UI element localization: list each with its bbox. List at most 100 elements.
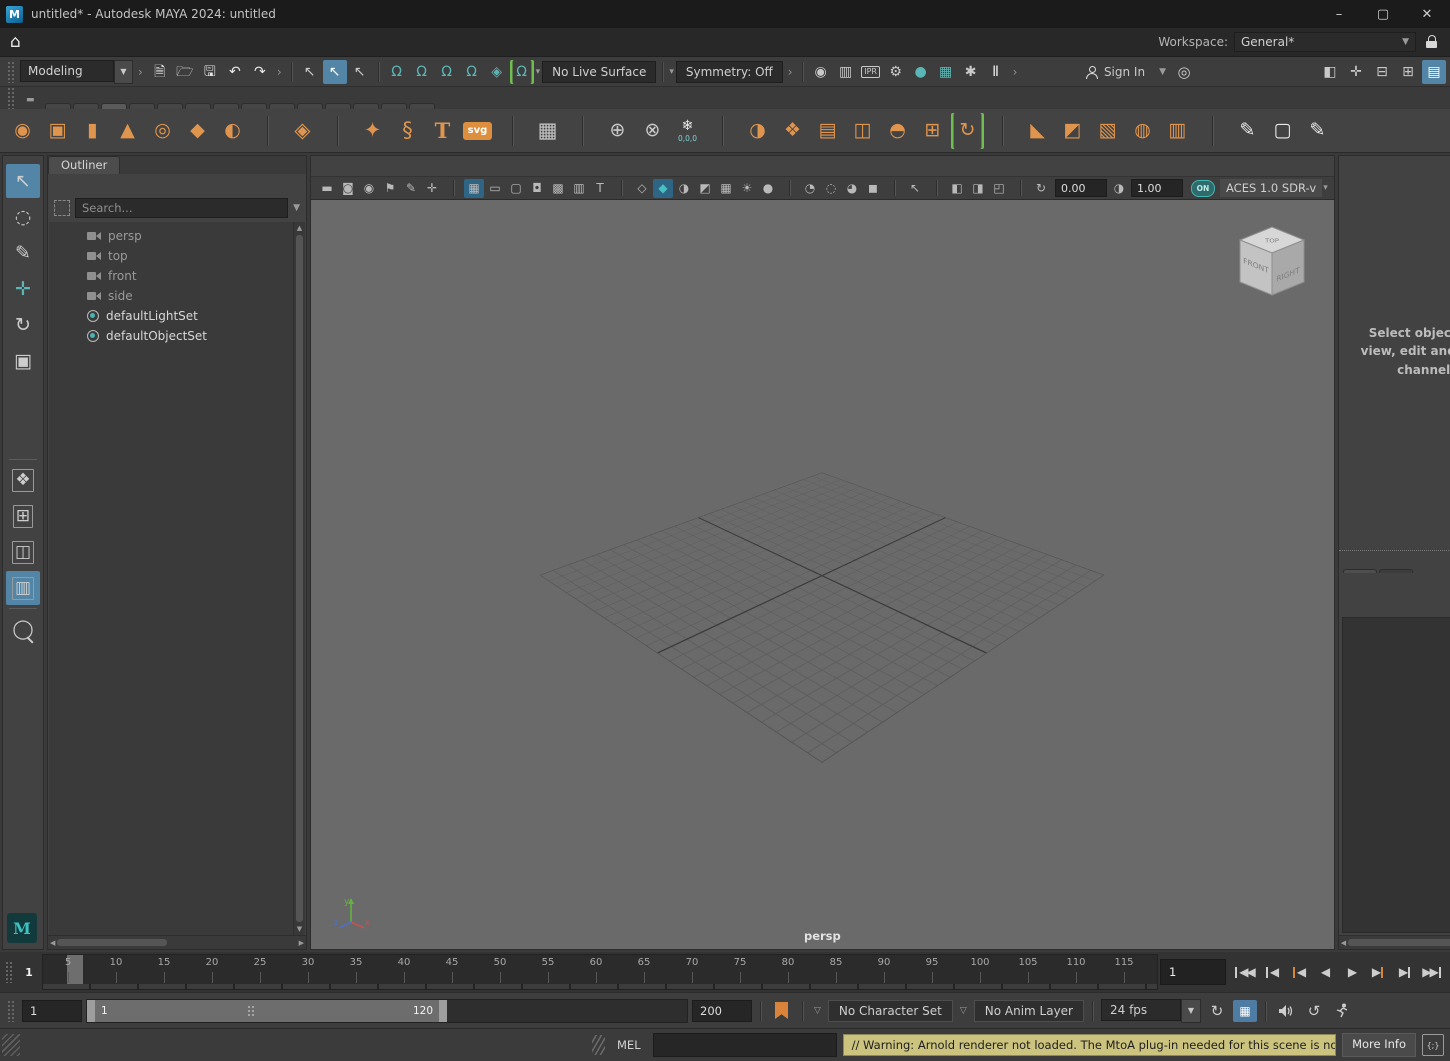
snap-to-projected-center-button[interactable]: Ω <box>460 60 484 84</box>
section-collapse-icon[interactable]: › <box>135 65 146 79</box>
shelf-tab-xgen[interactable] <box>353 103 379 109</box>
render-setup-button[interactable]: ▦ <box>934 60 958 84</box>
poly-helix-button[interactable]: § <box>391 113 424 149</box>
wireframe-mode-button[interactable]: ◇ <box>632 179 652 198</box>
poly-super-shape-button[interactable]: ✦ <box>356 113 389 149</box>
isolate-view-icon[interactable]: ◰ <box>989 179 1009 198</box>
scroll-left-icon[interactable]: ◀ <box>50 939 55 947</box>
shelf-tab-sculpting[interactable] <box>129 103 155 109</box>
range-slider-track[interactable]: 1 120 <box>86 999 688 1023</box>
snap-to-view-plane-button[interactable]: ◈ <box>485 60 509 84</box>
shelf-tab-motion-graphics[interactable] <box>409 103 435 109</box>
channel-box-horizontal-scrollbar[interactable]: ◀ ▶ <box>1339 935 1450 949</box>
poly-torus-button[interactable]: ◎ <box>146 113 179 149</box>
four-pane-layout-button[interactable]: ⊞ <box>6 499 40 533</box>
single-pane-layout-button[interactable]: ❖ <box>6 463 40 497</box>
go-to-start-button[interactable]: ◀◀ <box>1230 959 1257 986</box>
lasso-tool[interactable]: ◌ <box>6 200 40 234</box>
extrude-button[interactable]: ◣ <box>1021 113 1054 149</box>
scroll-right-icon[interactable]: ▶ <box>299 939 304 947</box>
film-gate-toggle[interactable]: ▭ <box>485 179 505 198</box>
paste-view-icon[interactable]: ◨ <box>968 179 988 198</box>
snap-to-grid-button[interactable]: Ω <box>385 60 409 84</box>
chevron-down-icon[interactable]: ▼ <box>293 203 300 213</box>
sweep-mesh-button[interactable]: ▦ <box>531 113 564 149</box>
safe-action-toggle[interactable]: ▥ <box>569 179 589 198</box>
outliner-title[interactable]: Outliner <box>48 156 120 174</box>
workspace-selector[interactable]: General* ▼ <box>1234 32 1416 52</box>
go-to-end-button[interactable]: ▶▶ <box>1419 959 1446 986</box>
poly-cylinder-button[interactable]: ▮ <box>76 113 109 149</box>
select-by-object-button[interactable]: ↖ <box>323 60 347 84</box>
attribute-editor-toggle[interactable]: ⊟ <box>1370 60 1394 84</box>
cached-playback-toggle[interactable]: ▦ <box>1233 1000 1257 1022</box>
camera-attributes-icon[interactable]: ✎ <box>401 179 421 198</box>
chevron-outline-icon[interactable]: ▽ <box>957 1006 970 1016</box>
combine-button[interactable]: ◑ <box>741 113 774 149</box>
cache-status-icon[interactable]: ↺ <box>1302 999 1326 1023</box>
colorspace-selector[interactable]: ACES 1.0 SDR-v <box>1220 179 1322 197</box>
play-backwards-button[interactable]: ◀ <box>1311 959 1338 986</box>
render-view-button[interactable]: ◉ <box>809 60 833 84</box>
isolate-select-toggle[interactable]: ◼ <box>863 179 883 198</box>
more-info-button[interactable]: More Info <box>1342 1033 1416 1057</box>
scroll-left-icon[interactable]: ◀ <box>1341 939 1346 947</box>
outliner-vertical-scrollbar[interactable]: ▲ ▼ <box>293 222 305 935</box>
script-editor-icon[interactable]: {;} <box>1422 1034 1444 1056</box>
command-language-toggle[interactable]: MEL <box>611 1038 647 1052</box>
resolution-gate-toggle[interactable]: ▢ <box>506 179 526 198</box>
shelf-tab-poly-modeling[interactable] <box>101 103 127 109</box>
scrollbar-thumb[interactable] <box>57 939 167 946</box>
command-input[interactable] <box>653 1033 837 1057</box>
timeline-ruler[interactable]: 5101520253035404550556065707580859095100… <box>42 954 1158 990</box>
viewport-canvas[interactable]: TOP FRONT RIGHT y x z <box>311 200 1334 949</box>
shadows-toggle[interactable]: ● <box>758 179 778 198</box>
checker-toggle[interactable]: ▦ <box>716 179 736 198</box>
modeling-toolkit-toggle[interactable]: ◧ <box>1318 60 1342 84</box>
playback-range[interactable]: 1 120 <box>87 1000 447 1022</box>
quad-draw-button[interactable]: ▥ <box>1161 113 1194 149</box>
select-by-component-button[interactable]: ↖ <box>348 60 372 84</box>
boolean-button[interactable]: ◓ <box>881 113 914 149</box>
tool-settings-toggle[interactable]: ⊞ <box>1396 60 1420 84</box>
camera-lock-icon[interactable]: ◙ <box>338 179 358 198</box>
step-back-key-button[interactable]: ◀ <box>1284 959 1311 986</box>
web-browser-icon[interactable]: ◎ <box>1172 60 1196 84</box>
scale-tool[interactable]: ▣ <box>6 344 40 378</box>
exposure-field[interactable] <box>1055 179 1107 197</box>
shelf-tab-surfaces[interactable] <box>73 103 99 109</box>
platonic-solid-button[interactable]: ◈ <box>286 113 319 149</box>
outliner-item-front[interactable]: front <box>49 266 305 286</box>
fps-selector[interactable]: 24 fps ▼ <box>1101 999 1201 1023</box>
select-tool[interactable]: ↖ <box>6 164 40 198</box>
window-resize-grip[interactable] <box>2 1034 20 1056</box>
render-settings-button[interactable]: ⚙ <box>884 60 908 84</box>
svg-tool-button[interactable]: svg <box>461 113 494 149</box>
shelf-tab-rigging[interactable] <box>185 103 211 109</box>
sign-in-button[interactable]: Sign In ▼ <box>1082 65 1170 79</box>
color-management-toggle[interactable]: ON <box>1191 180 1215 197</box>
menu-set-selector[interactable]: Modeling ▼ <box>20 60 133 84</box>
gamma-icon[interactable]: ◑ <box>1111 179 1127 198</box>
poly-sphere-button[interactable]: ◉ <box>6 113 39 149</box>
shelf-tab-mash[interactable] <box>381 103 407 109</box>
redo-button[interactable]: ↷ <box>248 60 272 84</box>
avatar[interactable]: M <box>7 913 37 943</box>
shelf-tab-animation[interactable] <box>213 103 239 109</box>
step-forward-key-button[interactable]: ▶ <box>1365 959 1392 986</box>
light-editor-button[interactable]: ✱ <box>959 60 983 84</box>
chevron-small-icon[interactable]: ▾ <box>1323 183 1328 193</box>
gamma-field[interactable] <box>1131 179 1183 197</box>
paint-selection-tool[interactable]: ✎ <box>6 236 40 270</box>
search-input[interactable] <box>75 198 288 218</box>
bookmark-icon[interactable]: ⚑ <box>380 179 400 198</box>
filter-icon[interactable] <box>54 200 70 216</box>
fill-hole-button[interactable]: ⊞ <box>916 113 949 149</box>
camera-settings-icon[interactable]: ◉ <box>359 179 379 198</box>
zoom-tool[interactable]: ◯ <box>6 612 40 646</box>
range-slider-grip[interactable] <box>7 1000 15 1022</box>
textured-mode-button[interactable]: ◑ <box>674 179 694 198</box>
edit-points-button[interactable]: ▢ <box>1266 113 1299 149</box>
current-time-field[interactable] <box>1160 959 1226 985</box>
exposure-icon[interactable]: ↻ <box>1031 179 1051 198</box>
